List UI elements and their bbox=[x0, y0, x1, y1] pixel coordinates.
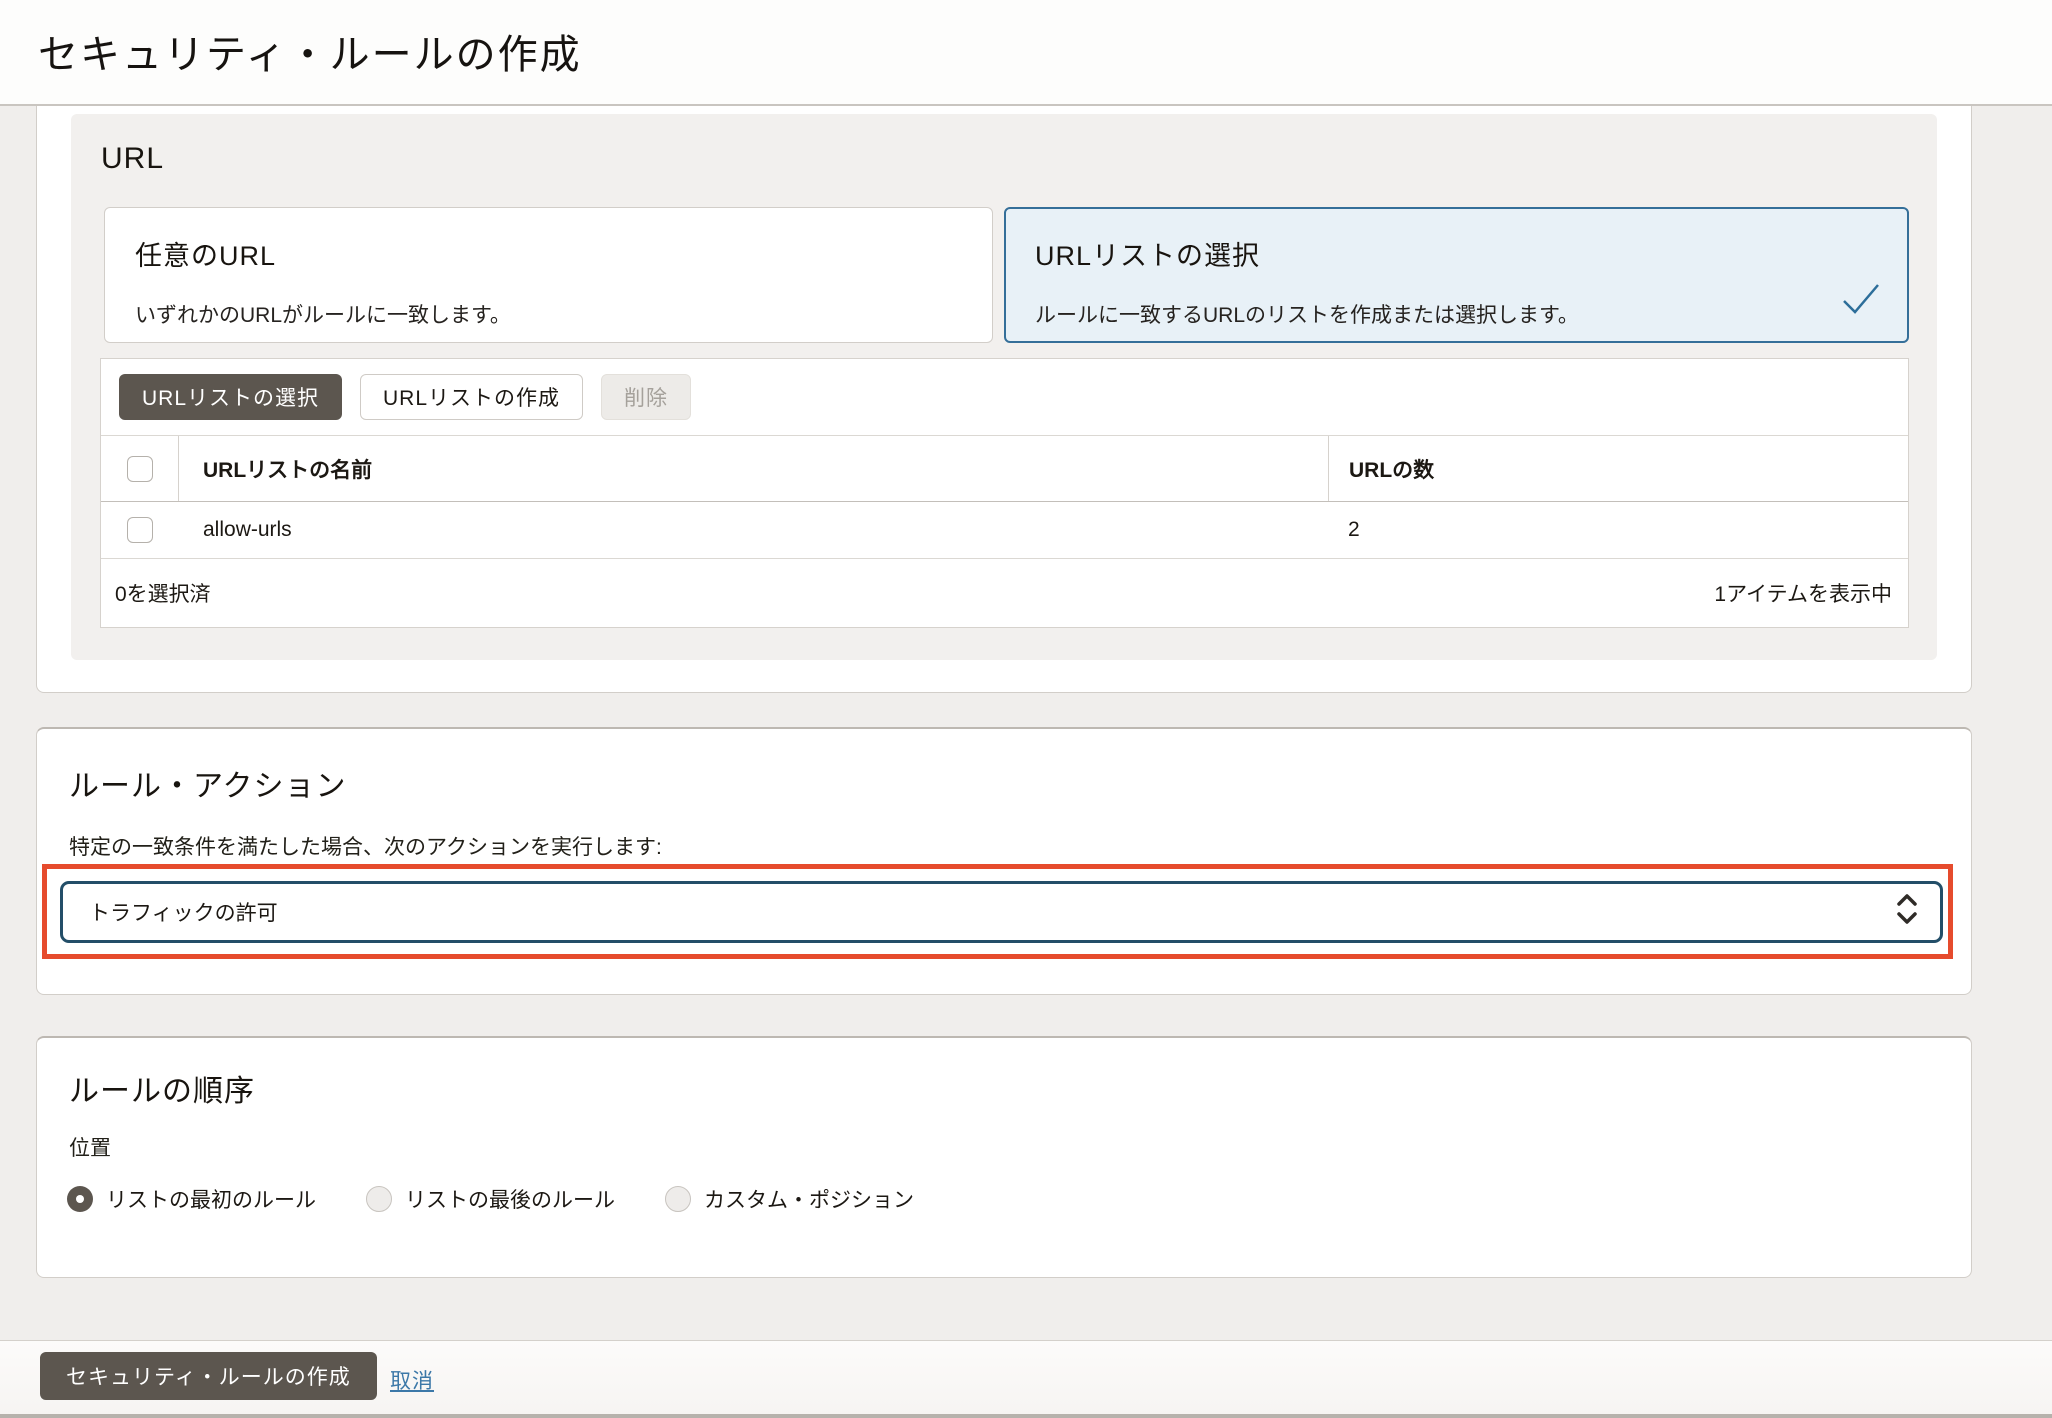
option-card-title: 任意のURL bbox=[135, 234, 962, 273]
position-label: 位置 bbox=[69, 1132, 111, 1162]
create-url-list-button[interactable]: URLリストの作成 bbox=[360, 374, 583, 420]
rule-order-panel: ルールの順序 位置 リストの最初のルール リストの最後のルール カスタム・ポジシ… bbox=[36, 1036, 1972, 1278]
select-url-list-button[interactable]: URLリストの選択 bbox=[119, 374, 342, 420]
option-card-description: ルールに一致するURLのリストを作成または選択します。 bbox=[1035, 299, 1878, 329]
page-header: セキュリティ・ルールの作成 bbox=[0, 0, 2052, 106]
header-checkbox-cell bbox=[101, 436, 179, 501]
url-section-heading: URL bbox=[101, 142, 164, 176]
page-title: セキュリティ・ルールの作成 bbox=[38, 22, 582, 80]
cancel-link[interactable]: 取消 bbox=[390, 1365, 434, 1395]
option-card-title: URLリストの選択 bbox=[1035, 234, 1878, 273]
items-shown-status: 1アイテムを表示中 bbox=[1714, 578, 1892, 608]
column-header-name: URLリストの名前 bbox=[179, 436, 1328, 501]
rule-action-heading: ルール・アクション bbox=[69, 761, 347, 805]
url-option-cards: 任意のURL いずれかのURLがルールに一致します。 URLリストの選択 ルール… bbox=[104, 207, 1909, 343]
url-list-toolbar: URLリストの選択 URLリストの作成 削除 bbox=[101, 359, 1908, 435]
radio-unselected-icon[interactable] bbox=[366, 1186, 392, 1212]
row-name-cell: allow-urls bbox=[179, 502, 1328, 558]
rule-action-select[interactable]: トラフィックの許可 bbox=[60, 881, 1943, 943]
url-list-table-header: URLリストの名前 URLの数 bbox=[101, 435, 1908, 502]
rule-action-select-value: トラフィックの許可 bbox=[89, 897, 278, 927]
radio-last-rule[interactable]: リストの最後のルール bbox=[366, 1184, 615, 1214]
chevron-up-down-icon bbox=[1894, 891, 1920, 933]
radio-unselected-icon[interactable] bbox=[665, 1186, 691, 1212]
action-footer: セキュリティ・ルールの作成 取消 bbox=[0, 1340, 2052, 1418]
radio-label: リストの最初のルール bbox=[106, 1184, 316, 1214]
rule-order-heading: ルールの順序 bbox=[69, 1066, 255, 1110]
row-checkbox-cell bbox=[101, 502, 179, 558]
radio-label: リストの最後のルール bbox=[405, 1184, 615, 1214]
radio-label: カスタム・ポジション bbox=[704, 1184, 914, 1214]
rule-action-description: 特定の一致条件を満たした場合、次のアクションを実行します: bbox=[69, 831, 662, 861]
option-card-select-url-list[interactable]: URLリストの選択 ルールに一致するURLのリストを作成または選択します。 bbox=[1004, 207, 1909, 343]
url-panel: URL 任意のURL いずれかのURLがルールに一致します。 URLリストの選択… bbox=[36, 106, 1972, 693]
radio-selected-icon[interactable] bbox=[67, 1186, 93, 1212]
option-card-description: いずれかのURLがルールに一致します。 bbox=[135, 299, 962, 329]
selected-count-status: 0を選択済 bbox=[115, 578, 211, 608]
option-card-any-url[interactable]: 任意のURL いずれかのURLがルールに一致します。 bbox=[104, 207, 993, 343]
delete-button[interactable]: 削除 bbox=[601, 374, 691, 420]
select-all-checkbox[interactable] bbox=[127, 456, 153, 482]
url-list-box: URLリストの選択 URLリストの作成 削除 URLリストの名前 URLの数 a… bbox=[100, 358, 1909, 628]
check-icon bbox=[1841, 282, 1881, 321]
radio-first-rule[interactable]: リストの最初のルール bbox=[67, 1184, 316, 1214]
url-section: URL 任意のURL いずれかのURLがルールに一致します。 URLリストの選択… bbox=[71, 114, 1937, 660]
radio-custom-position[interactable]: カスタム・ポジション bbox=[665, 1184, 914, 1214]
column-header-count: URLの数 bbox=[1328, 436, 1908, 501]
position-radio-group: リストの最初のルール リストの最後のルール カスタム・ポジション bbox=[67, 1184, 914, 1214]
table-row[interactable]: allow-urls 2 bbox=[101, 502, 1908, 559]
row-checkbox[interactable] bbox=[127, 517, 153, 543]
rule-action-panel: ルール・アクション 特定の一致条件を満たした場合、次のアクションを実行します: … bbox=[36, 727, 1972, 995]
create-security-rule-button[interactable]: セキュリティ・ルールの作成 bbox=[40, 1352, 377, 1400]
table-footer: 0を選択済 1アイテムを表示中 bbox=[101, 559, 1908, 627]
row-count-cell: 2 bbox=[1328, 502, 1908, 558]
